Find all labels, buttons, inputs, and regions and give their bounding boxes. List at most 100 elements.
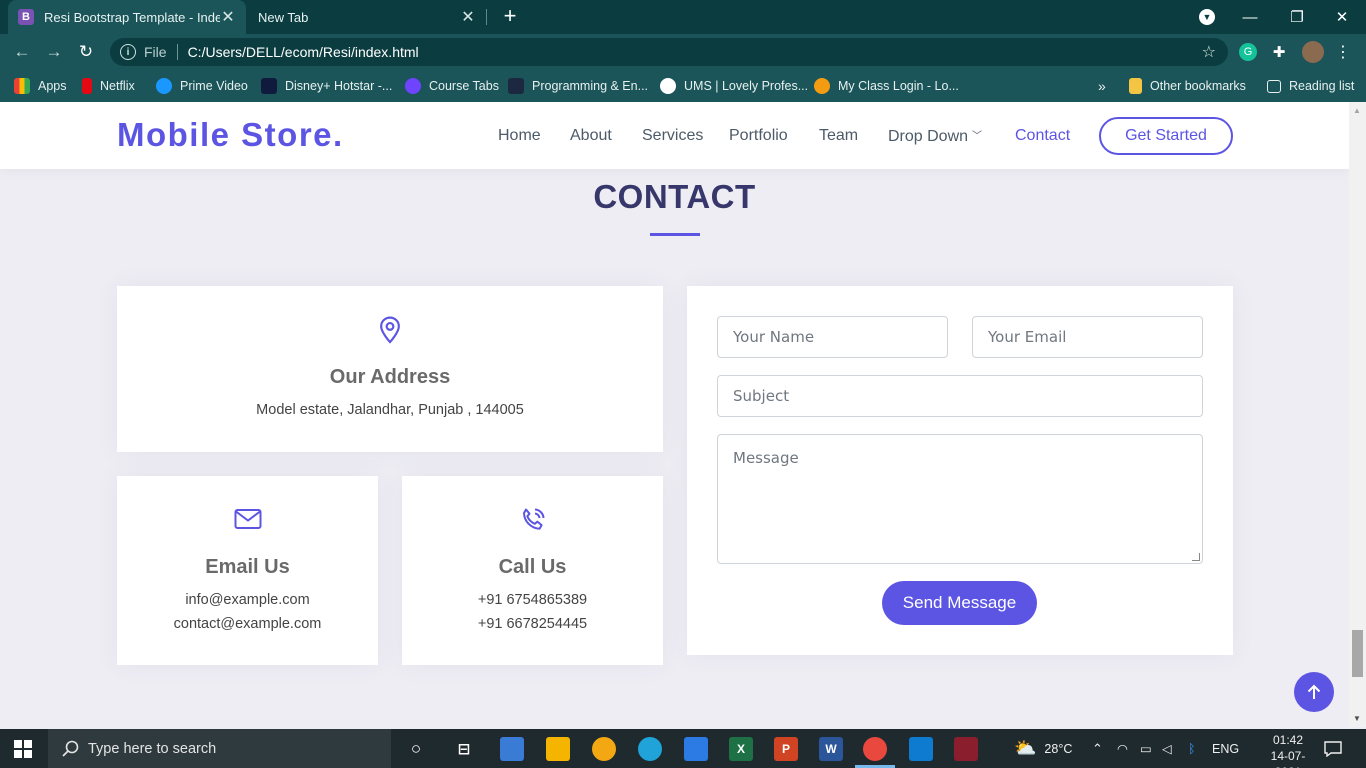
powerpoint-icon[interactable]: P xyxy=(774,737,798,761)
tab-divider xyxy=(486,9,487,25)
nav-portfolio[interactable]: Portfolio xyxy=(729,127,788,145)
language-indicator[interactable]: ENG xyxy=(1212,729,1239,768)
email-line-2[interactable]: contact@example.com xyxy=(117,616,378,632)
browser-menu-icon[interactable]: ⋮ xyxy=(1334,43,1352,61)
site-header: Mobile Store. Home About Services Portfo… xyxy=(0,102,1349,169)
bookmark-star-icon[interactable]: ☆ xyxy=(1202,42,1216,62)
bookmark-label: Course Tabs xyxy=(429,79,499,93)
close-tab-icon[interactable]: ✕ xyxy=(460,7,476,27)
contact-form: Your Name Your Email Subject Message Sen… xyxy=(687,286,1233,655)
wifi-icon[interactable]: ◠ xyxy=(1117,729,1128,768)
site-logo[interactable]: Mobile Store. xyxy=(117,116,344,154)
bookmark-ums[interactable]: UMS | Lovely Profes... xyxy=(660,76,808,96)
edge-icon[interactable] xyxy=(638,737,662,761)
folder-icon xyxy=(1129,78,1142,94)
battery-icon[interactable]: ▭ xyxy=(1140,729,1152,768)
file-explorer-icon[interactable] xyxy=(546,737,570,761)
windows-start-icon[interactable] xyxy=(14,740,32,763)
minimize-window-icon[interactable]: — xyxy=(1228,0,1272,34)
tab-resi-bootstrap[interactable]: B Resi Bootstrap Template - Index ✕ xyxy=(8,0,246,34)
phone-line-2[interactable]: +91 6678254445 xyxy=(402,616,663,632)
nav-team[interactable]: Team xyxy=(819,127,858,145)
bookmark-hotstar[interactable]: Disney+ Hotstar -... xyxy=(261,76,392,96)
reading-list[interactable]: Reading list xyxy=(1267,76,1354,96)
taskbar-search[interactable]: Type here to search xyxy=(48,729,391,768)
word-icon[interactable]: W xyxy=(819,737,843,761)
bookmark-label: Reading list xyxy=(1289,79,1355,93)
extensions-puzzle-icon[interactable]: ✚ xyxy=(1270,43,1288,61)
tab-search-chevron-icon[interactable]: ▼ xyxy=(1199,9,1215,25)
subject-input[interactable]: Subject xyxy=(717,375,1203,417)
store-icon[interactable] xyxy=(500,737,524,761)
profile-avatar[interactable] xyxy=(1302,41,1324,63)
send-message-button[interactable]: Send Message xyxy=(882,581,1037,625)
email-line-1[interactable]: info@example.com xyxy=(117,592,378,608)
tab-new-tab[interactable]: New Tab ✕ xyxy=(248,0,486,34)
hotstar-icon xyxy=(261,78,277,94)
bookmark-myclass[interactable]: My Class Login - Lo... xyxy=(814,76,959,96)
bookmark-apps[interactable]: Apps xyxy=(14,76,67,96)
tab-title: Resi Bootstrap Template - Index xyxy=(44,9,220,25)
email-input[interactable]: Your Email xyxy=(972,316,1203,358)
nav-drop-down-label: Drop Down xyxy=(888,128,969,145)
bluetooth-icon[interactable]: ᛒ xyxy=(1188,729,1196,768)
chrome-icon[interactable] xyxy=(863,737,887,761)
back-to-top-button[interactable] xyxy=(1294,672,1334,712)
other-bookmarks[interactable]: Other bookmarks xyxy=(1129,76,1246,96)
taskbar-clock[interactable]: 01:42 14-07-2021 xyxy=(1258,732,1318,768)
address-bar[interactable]: i File C:/Users/DELL/ecom/Resi/index.htm… xyxy=(110,38,1228,66)
resize-handle-icon[interactable] xyxy=(1192,553,1200,561)
course-tabs-icon xyxy=(405,78,421,94)
bookmark-course-tabs[interactable]: Course Tabs xyxy=(405,76,499,96)
bookmark-label: Programming & En... xyxy=(532,79,649,93)
bookmark-label: Disney+ Hotstar -... xyxy=(285,79,393,93)
apps-grid-icon xyxy=(14,78,30,94)
back-arrow-icon[interactable]: ← xyxy=(10,40,34,64)
task-view-icon[interactable]: ⊟ xyxy=(452,737,476,761)
close-tab-icon[interactable]: ✕ xyxy=(220,7,236,27)
tray-chevron-up-icon[interactable]: ⌃ xyxy=(1092,729,1103,768)
prime-video-icon xyxy=(156,78,172,94)
address-scheme: File xyxy=(144,44,167,60)
nav-drop-down[interactable]: Drop Down ﹀ xyxy=(888,127,982,146)
brave-browser-icon[interactable] xyxy=(592,737,616,761)
arrow-up-icon xyxy=(1307,684,1321,699)
winrar-icon[interactable] xyxy=(954,737,978,761)
excel-icon[interactable]: X xyxy=(729,737,753,761)
nav-services[interactable]: Services xyxy=(642,127,703,145)
notifications-icon[interactable] xyxy=(1324,729,1342,768)
scroll-down-icon[interactable]: ▼ xyxy=(1353,714,1361,723)
nav-about[interactable]: About xyxy=(570,127,612,145)
page-scrollbar[interactable]: ▲ ▼ xyxy=(1349,102,1366,727)
new-tab-plus-icon[interactable]: + xyxy=(499,4,521,28)
message-textarea[interactable]: Message xyxy=(717,434,1203,564)
name-input[interactable]: Your Name xyxy=(717,316,948,358)
phone-line-1[interactable]: +91 6754865389 xyxy=(402,592,663,608)
forward-arrow-icon[interactable]: → xyxy=(42,40,66,64)
close-window-icon[interactable]: ✕ xyxy=(1320,0,1364,34)
more-bookmarks-chevron-icon[interactable]: » xyxy=(1098,76,1106,96)
scrollbar-thumb[interactable] xyxy=(1352,630,1363,677)
cortana-circle-icon[interactable]: ○ xyxy=(404,737,428,761)
vscode-icon[interactable] xyxy=(909,737,933,761)
restore-window-icon[interactable]: ❐ xyxy=(1275,0,1319,34)
bookmark-prime-video[interactable]: Prime Video xyxy=(156,76,248,96)
reload-icon[interactable]: ↻ xyxy=(74,40,98,64)
get-started-button[interactable]: Get Started xyxy=(1099,117,1233,155)
scroll-up-icon[interactable]: ▲ xyxy=(1353,106,1361,115)
site-info-icon[interactable]: i xyxy=(120,44,136,60)
volume-icon[interactable]: ◁ xyxy=(1162,729,1172,768)
nav-home[interactable]: Home xyxy=(498,127,541,145)
netflix-icon xyxy=(82,78,92,94)
nav-contact[interactable]: Contact xyxy=(1015,127,1070,145)
envelope-icon xyxy=(234,508,262,535)
page-viewport: Mobile Store. Home About Services Portfo… xyxy=(0,102,1349,727)
map-pin-icon xyxy=(377,316,403,349)
mail-icon[interactable] xyxy=(684,737,708,761)
call-heading: Call Us xyxy=(498,556,567,578)
grammarly-extension-icon[interactable]: G xyxy=(1239,43,1257,61)
address-url[interactable]: C:/Users/DELL/ecom/Resi/index.html xyxy=(188,44,419,60)
weather-widget[interactable]: ⛅ 28°C xyxy=(1014,729,1072,768)
bookmark-programming[interactable]: Programming & En... xyxy=(508,76,648,96)
bookmark-netflix[interactable]: Netflix xyxy=(82,76,135,96)
